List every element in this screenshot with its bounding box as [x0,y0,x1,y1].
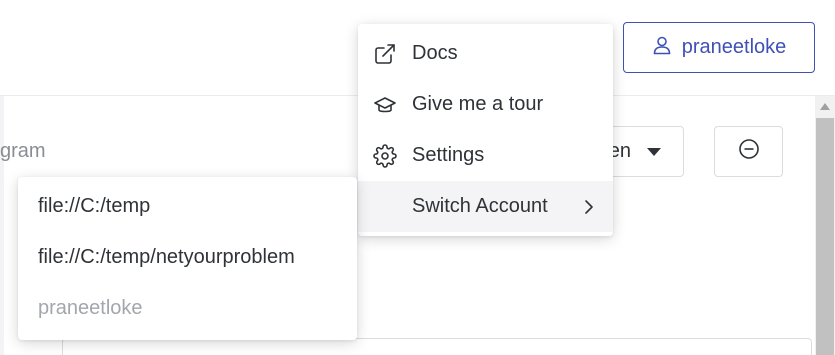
chevron-right-icon [581,198,597,214]
switch-account-submenu: file://C:/temp file://C:/temp/netyourpro… [18,177,357,340]
gear-icon [372,143,398,169]
account-item-current: praneetloke [38,297,143,319]
remove-button[interactable] [714,126,783,177]
caret-down-icon [647,147,661,156]
content-panel [62,338,812,355]
program-label: gram [0,140,46,162]
menu-item-label: Docs [412,42,458,64]
account-item[interactable]: file://C:/temp/netyourproblem [18,232,357,283]
menu-item-label: Settings [412,144,485,166]
graduation-cap-icon [372,92,398,118]
user-icon [652,35,672,61]
scrollbar-thumb[interactable] [816,118,834,355]
menu-item-docs[interactable]: Docs [358,28,613,79]
menu-item-settings[interactable]: Settings [358,130,613,181]
menu-item-tour[interactable]: Give me a tour [358,79,613,130]
user-account-label: praneetloke [681,36,787,58]
external-link-icon [372,41,398,67]
scroll-up-arrow-icon[interactable] [820,103,830,110]
user-dropdown-menu: Docs Give me a tour Settings Switch Acco… [358,24,613,236]
user-account-button[interactable]: praneetloke [623,22,815,73]
sidebar-edge [0,96,4,355]
account-item[interactable]: file://C:/temp [18,181,357,232]
menu-item-switch-account[interactable]: Switch Account [358,181,613,232]
minus-circle-icon [738,138,760,165]
menu-item-label: Give me a tour [412,93,544,115]
menu-item-label: Switch Account [412,195,548,217]
